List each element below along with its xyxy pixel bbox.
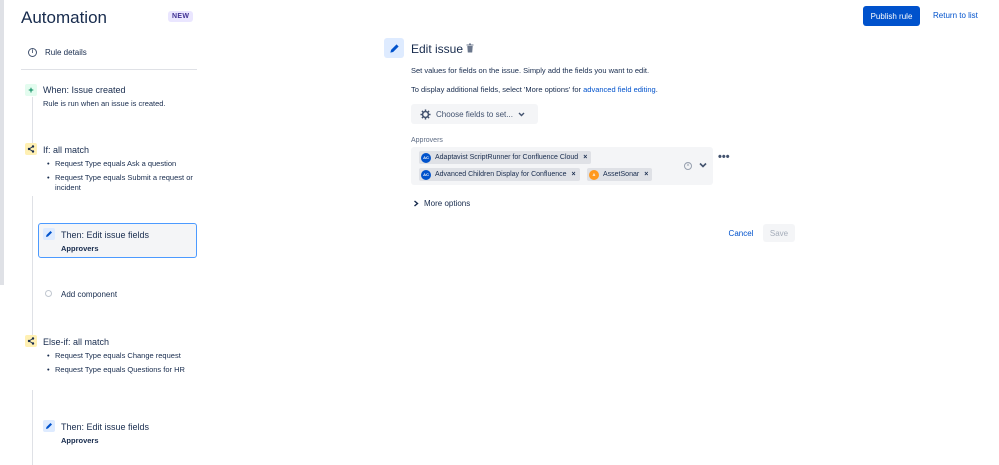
remove-chip-icon[interactable]: ×	[572, 171, 576, 178]
then-title: Then: Edit issue fields	[61, 422, 150, 432]
remove-chip-icon[interactable]: ×	[583, 154, 587, 161]
advanced-field-editing-link[interactable]: advanced field editing	[583, 85, 656, 94]
choose-fields-label: Choose fields to set...	[436, 109, 513, 119]
rail-connector	[32, 390, 33, 465]
then-field: Approvers	[61, 244, 99, 253]
rail-connector	[32, 196, 33, 336]
pencil-icon	[43, 420, 55, 432]
approver-chip: A AssetSonar ×	[587, 168, 653, 181]
if-title: If: all match	[43, 145, 90, 155]
trigger-description: Rule is run when an issue is created.	[43, 99, 166, 108]
branch-icon	[25, 335, 37, 347]
add-component-label: Add component	[61, 290, 118, 299]
clear-icon[interactable]: ×	[684, 162, 692, 170]
trash-icon[interactable]	[466, 43, 474, 53]
additional-suffix: .	[655, 85, 658, 94]
avatar: AC	[421, 152, 431, 163]
pencil-icon	[43, 228, 55, 240]
more-options-label: More options	[424, 199, 471, 208]
if-conditions-list: Request Type equals Ask a question Reque…	[45, 159, 195, 197]
publish-rule-button[interactable]: Publish rule	[863, 6, 920, 26]
condition-item: Request Type equals Ask a question	[45, 159, 195, 169]
info-icon: i	[28, 48, 37, 57]
rule-details-item[interactable]: i Rule details	[28, 48, 87, 57]
approvers-label: Approvers	[411, 137, 443, 144]
save-button[interactable]: Save	[763, 224, 795, 242]
trigger-title: When: Issue created	[43, 85, 126, 95]
rail-divider	[21, 69, 197, 70]
chevron-down-icon[interactable]	[698, 160, 708, 170]
gear-icon	[420, 108, 431, 120]
rail-connector	[32, 97, 33, 147]
page-title: Automation	[21, 8, 107, 27]
approver-chip: AC Advanced Children Display for Conflue…	[419, 168, 580, 181]
return-to-list-link[interactable]: Return to list	[933, 11, 978, 20]
additional-prefix: To display additional fields, select 'Mo…	[411, 85, 584, 94]
left-scrollbar[interactable]	[0, 0, 4, 285]
chip-label: Advanced Children Display for Confluence	[435, 171, 567, 178]
chevron-down-icon	[518, 112, 525, 116]
avatar: AC	[421, 169, 431, 180]
choose-fields-button[interactable]: Choose fields to set...	[411, 104, 538, 124]
panel-title: Edit issue	[411, 42, 464, 56]
add-dot-icon	[45, 290, 52, 297]
cancel-button[interactable]: Cancel	[725, 224, 757, 242]
rule-details-label: Rule details	[45, 48, 87, 57]
chip-label: Adaptavist ScriptRunner for Confluence C…	[435, 154, 579, 161]
remove-chip-icon[interactable]: ×	[644, 171, 648, 178]
caret-right-icon	[414, 200, 419, 207]
then-title: Then: Edit issue fields	[61, 230, 150, 240]
branch-icon	[25, 143, 37, 155]
then-edit-issue-card-selected[interactable]: Then: Edit issue fields Approvers	[38, 223, 197, 258]
condition-item: Request Type equals Questions for HR	[45, 365, 195, 375]
panel-additional-text: To display additional fields, select 'Mo…	[411, 85, 658, 94]
condition-item: Request Type equals Change request	[45, 351, 195, 361]
more-actions-icon[interactable]: •••	[718, 151, 730, 163]
condition-item: Request Type equals Submit a request or …	[45, 173, 195, 193]
panel-description: Set values for fields on the issue. Simp…	[411, 66, 650, 75]
approver-chip: AC Adaptavist ScriptRunner for Confluenc…	[419, 151, 592, 164]
else-if-conditions-list: Request Type equals Change request Reque…	[45, 351, 195, 379]
plus-icon: +	[25, 84, 37, 96]
then-field: Approvers	[61, 436, 99, 445]
more-options-toggle[interactable]: More options	[413, 199, 470, 208]
approvers-select[interactable]: AC Adaptavist ScriptRunner for Confluenc…	[411, 147, 713, 185]
new-badge: NEW	[168, 11, 194, 22]
avatar: A	[589, 169, 599, 180]
edit-issue-icon	[384, 38, 404, 58]
else-if-title: Else-if: all match	[43, 337, 110, 347]
chip-label: AssetSonar	[603, 171, 640, 178]
